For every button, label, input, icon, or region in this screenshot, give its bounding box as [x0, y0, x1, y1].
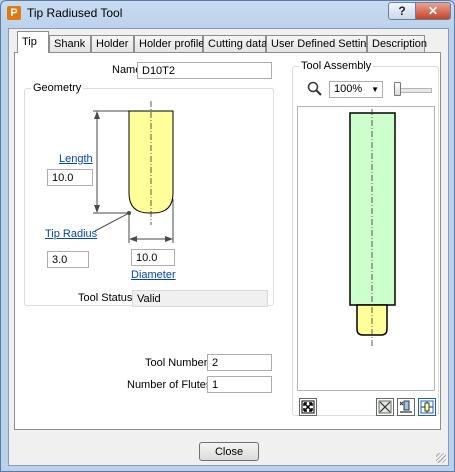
tool-status-field — [132, 290, 268, 307]
tool-view-button-2[interactable] — [397, 398, 415, 416]
dialog-client: Tip Shank Holder Holder profile Cutting … — [8, 28, 449, 466]
tool-assembly-preview[interactable] — [297, 106, 435, 391]
diameter-field[interactable] — [131, 249, 175, 266]
resize-grip[interactable] — [436, 453, 446, 463]
tool-status-label: Tool Status — [78, 292, 133, 304]
tab-user-defined-settings[interactable]: User Defined Settings — [266, 35, 378, 52]
tab-holder-profile[interactable]: Holder profile — [134, 35, 204, 52]
flutes-label: Number of Flutes — [127, 379, 212, 391]
holder-shape — [349, 112, 396, 306]
name-field[interactable] — [137, 62, 272, 79]
diameter-link[interactable]: Diameter — [131, 269, 176, 281]
tool-number-label: Tool Number — [145, 357, 208, 369]
tab-cutting-data[interactable]: Cutting data — [203, 35, 267, 52]
tool-assembly-title: Tool Assembly — [299, 60, 374, 72]
tab-description[interactable]: Description — [367, 35, 427, 52]
flutes-field[interactable] — [207, 376, 272, 393]
help-button[interactable]: ? — [388, 2, 416, 20]
tool-grid-icon — [420, 400, 434, 414]
window-title: Tip Radiused Tool — [27, 6, 123, 20]
fit-view-icon — [301, 400, 315, 414]
tool-view-button-3[interactable] — [418, 398, 436, 416]
geometry-group: Geometry Length 10.0 Tip Radius 3.0 10.0… — [24, 82, 274, 307]
tip-radius-marker — [127, 211, 131, 215]
dialog-window: P Tip Radiused Tool ? ✕ Tip Shank Holder… — [0, 0, 455, 472]
close-button[interactable]: Close — [199, 442, 259, 461]
zoom-slider-track[interactable] — [396, 88, 432, 93]
length-field[interactable] — [47, 169, 93, 186]
tool-number-field[interactable] — [207, 354, 272, 371]
diameter-arrow-right — [165, 236, 173, 242]
tip-radius-link[interactable]: Tip Radius — [45, 228, 97, 240]
length-arrow-bottom — [94, 205, 100, 213]
zoom-select[interactable]: 100% ▼ — [329, 81, 383, 98]
window-close-button[interactable]: ✕ — [415, 2, 451, 20]
tool-assembly-group: Tool Assembly 100% ▼ — [292, 60, 439, 416]
app-logo-icon: P — [7, 6, 21, 20]
length-arrow-top — [94, 111, 100, 119]
chevron-down-icon: ▼ — [371, 85, 379, 94]
tab-shank[interactable]: Shank — [49, 35, 91, 52]
tool-assembly-drawing — [349, 109, 396, 347]
length-link[interactable]: Length — [59, 153, 93, 165]
tool-view-button-1[interactable] — [376, 398, 394, 416]
zoom-slider-thumb[interactable] — [394, 82, 401, 96]
zoom-value: 100% — [334, 83, 363, 95]
diameter-arrow-left — [129, 236, 137, 242]
title-bar[interactable]: P Tip Radiused Tool ? ✕ — [1, 1, 454, 25]
tool-cross-icon — [378, 400, 392, 414]
tip-tab-panel: Name Geometry — [14, 52, 441, 430]
tab-holder[interactable]: Holder — [91, 35, 134, 52]
tip-radius-leader — [94, 212, 130, 232]
tip-radius-field[interactable] — [47, 251, 89, 268]
magnifier-icon — [307, 81, 322, 96]
tool-flip-icon — [399, 400, 412, 413]
tab-tip[interactable]: Tip — [17, 31, 49, 53]
fit-view-button[interactable] — [299, 398, 317, 416]
